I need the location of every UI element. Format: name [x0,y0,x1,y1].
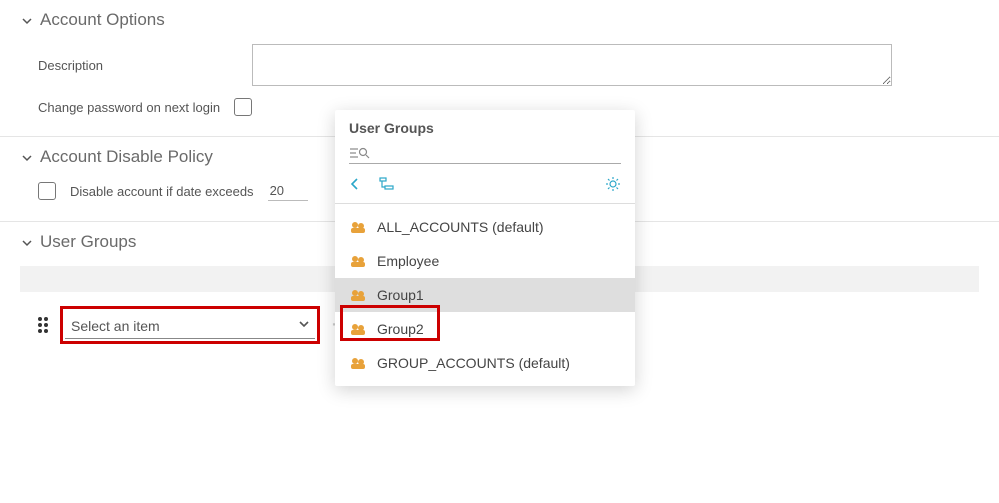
label-disable-account: Disable account if date exceeds [70,184,254,199]
popover-item-label: Employee [377,253,439,269]
drag-handle-icon[interactable] [38,317,48,333]
popover-list: ALL_ACCOUNTS (default) Employee Group1 G… [335,204,635,386]
chevron-down-icon [20,235,34,249]
section-title: User Groups [40,232,136,252]
checkbox-change-password[interactable] [234,98,252,116]
popover-item-label: ALL_ACCOUNTS (default) [377,219,544,235]
label-description: Description [38,58,238,73]
popover-search[interactable] [349,142,621,164]
search-icon [349,146,371,160]
user-groups-popover: User Groups [335,110,635,386]
popover-item-label: Group2 [377,321,424,337]
group-icon [349,288,367,302]
group-icon [349,220,367,234]
popover-title: User Groups [335,120,635,142]
popover-item-group2[interactable]: Group2 [335,312,635,346]
chevron-down-icon [20,150,34,164]
popover-item-label: GROUP_ACCOUNTS (default) [377,355,570,371]
group-icon [349,322,367,336]
section-title: Account Options [40,10,165,30]
highlight-select: Select an item [60,306,320,344]
group-icon [349,254,367,268]
back-icon[interactable] [349,177,361,196]
section-title: Account Disable Policy [40,147,213,167]
chevron-down-icon [20,13,34,27]
popover-item-label: Group1 [377,287,424,303]
popover-item-employee[interactable]: Employee [335,244,635,278]
section-header-account-options[interactable]: Account Options [20,6,979,38]
description-textarea[interactable] [252,44,892,86]
select-placeholder: Select an item [71,318,160,334]
input-disable-date[interactable] [268,181,308,201]
tree-icon[interactable] [379,177,397,196]
user-group-select[interactable]: Select an item [65,311,315,339]
row-description: Description [20,38,979,92]
popover-item-all-accounts[interactable]: ALL_ACCOUNTS (default) [335,210,635,244]
popover-item-group1[interactable]: Group1 [335,278,635,312]
popover-item-group-accounts[interactable]: GROUP_ACCOUNTS (default) [335,346,635,380]
group-icon [349,356,367,370]
gear-icon[interactable] [605,176,621,197]
checkbox-disable-account[interactable] [38,182,56,200]
label-change-password: Change password on next login [38,100,220,115]
chevron-down-icon [297,317,311,334]
popover-toolbar [335,170,635,204]
